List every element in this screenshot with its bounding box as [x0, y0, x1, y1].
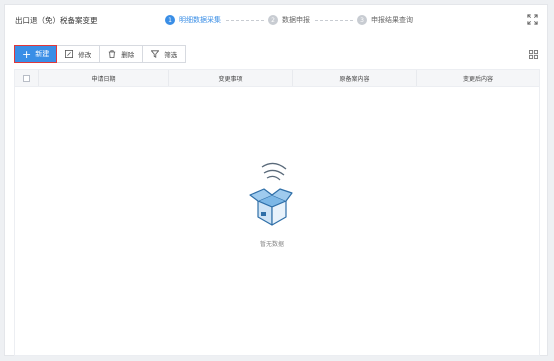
step-number: 2 [268, 15, 278, 25]
empty-state: 暂无数据 [242, 155, 302, 248]
filter-button[interactable]: 筛选 [143, 45, 187, 63]
step-number: 1 [165, 15, 175, 25]
step-query[interactable]: 3 申报结果查询 [357, 15, 413, 25]
column-header-change-item[interactable]: 变更事项 [169, 70, 293, 86]
expand-icon[interactable] [527, 14, 538, 25]
delete-button[interactable]: 删除 [100, 45, 144, 63]
select-all-cell [15, 70, 39, 86]
filter-icon [151, 50, 160, 58]
column-header-original-content[interactable]: 原备案内容 [293, 70, 417, 86]
edit-icon [65, 50, 74, 58]
step-connector [226, 19, 264, 21]
trash-icon [109, 50, 116, 58]
step-label: 申报结果查询 [371, 16, 413, 24]
column-header-new-content[interactable]: 变更后内容 [417, 70, 539, 86]
new-button-label: 新建 [35, 50, 50, 58]
step-number: 3 [357, 15, 367, 25]
empty-box-icon [249, 162, 293, 226]
step-connector [315, 19, 353, 21]
table-header: 申请日期 变更事项 原备案内容 变更后内容 [15, 70, 539, 87]
progress-steps: 1 明细数据采集 2 数据申报 3 申报结果查询 [165, 13, 413, 27]
delete-button-label: 删除 [121, 51, 135, 59]
edit-button[interactable]: 修改 [57, 45, 101, 63]
page-title: 出口退（免）税备案变更 [15, 16, 98, 25]
new-button[interactable]: + 新建 [14, 45, 58, 63]
step-label: 明细数据采集 [179, 16, 221, 24]
filter-button-label: 筛选 [164, 51, 178, 59]
empty-state-text: 暂无数据 [259, 241, 284, 248]
edit-button-label: 修改 [78, 51, 92, 59]
step-collect[interactable]: 1 明细数据采集 [165, 15, 221, 25]
step-declare[interactable]: 2 数据申报 [268, 15, 310, 25]
toolbar: + 新建 修改 删除 筛选 [14, 45, 187, 63]
plus-icon: + [22, 47, 32, 61]
main-panel: 出口退（免）税备案变更 1 明细数据采集 2 数据申报 3 申报结果查询 + 新… [4, 4, 548, 356]
step-label: 数据申报 [282, 16, 310, 24]
select-all-checkbox[interactable] [23, 74, 30, 82]
column-header-apply-date[interactable]: 申请日期 [39, 70, 169, 86]
grid-icon[interactable] [529, 50, 538, 59]
